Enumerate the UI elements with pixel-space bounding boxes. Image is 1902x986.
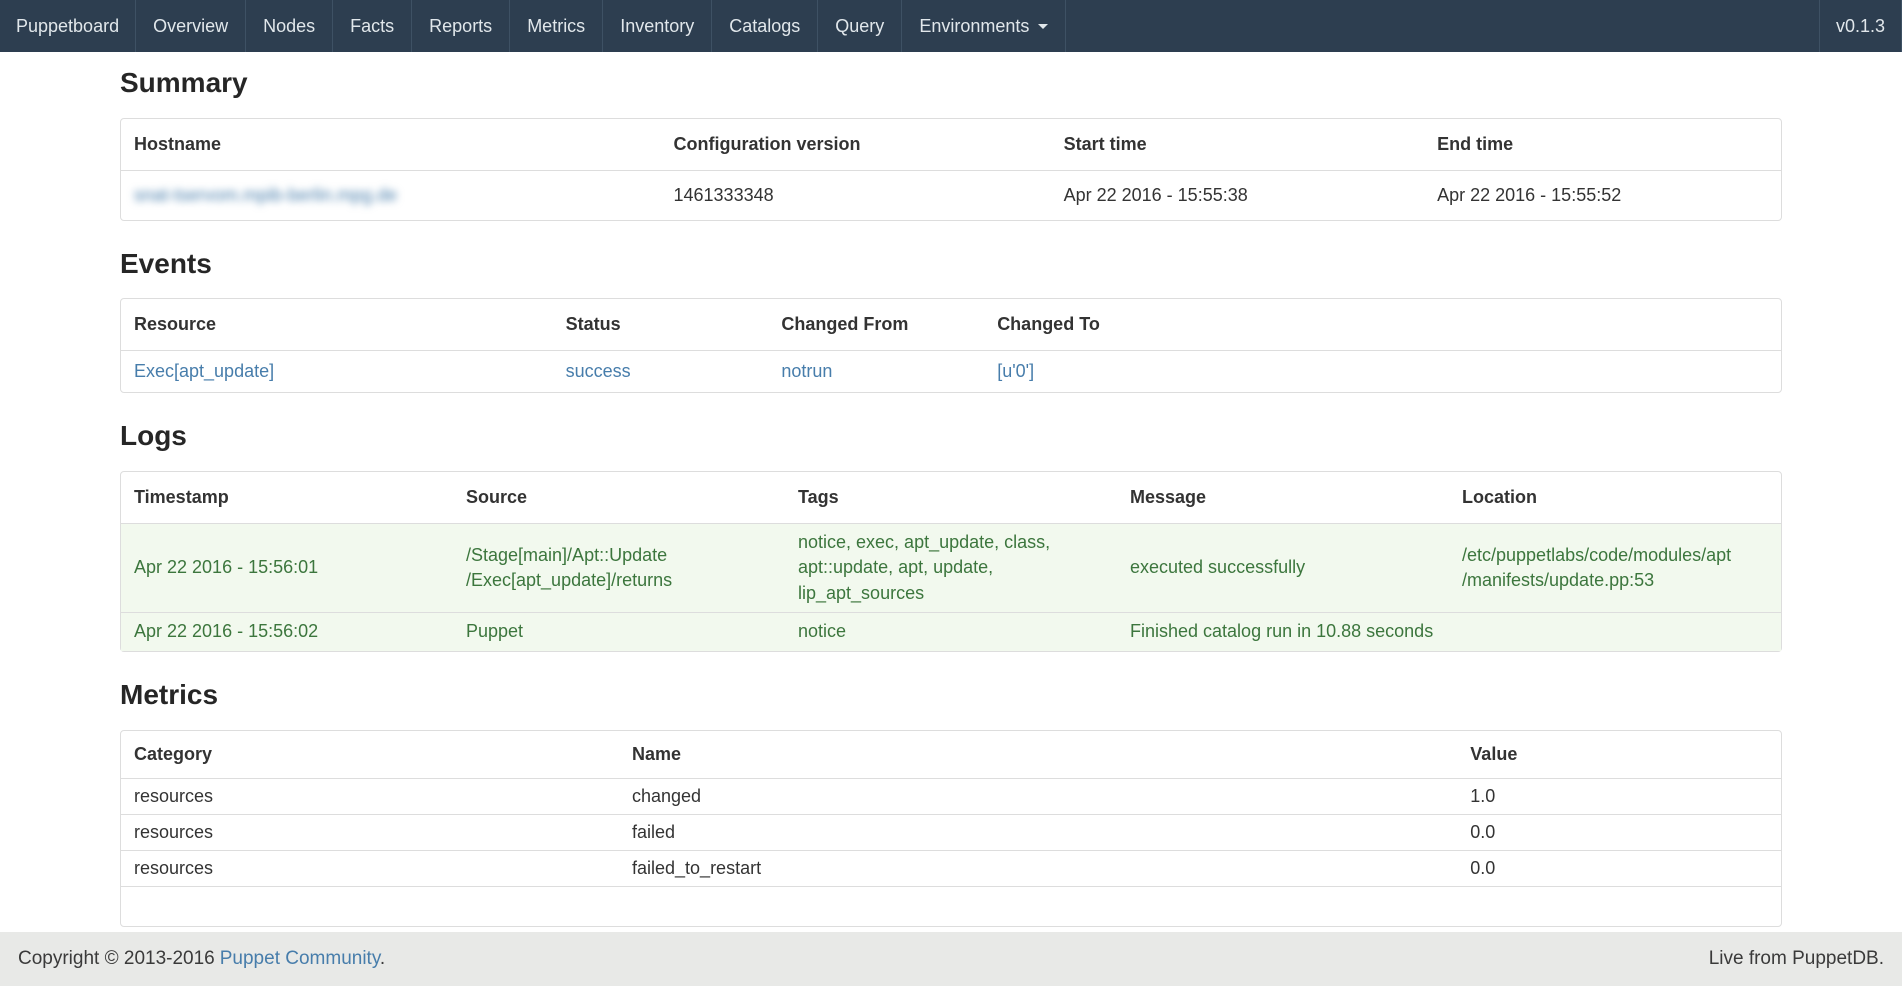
column-header-resource: Resource xyxy=(121,299,553,351)
metric-value-cell: 0.0 xyxy=(1457,850,1781,886)
metrics-header-row: Category Name Value xyxy=(121,731,1781,779)
column-header-hostname: Hostname xyxy=(121,119,661,171)
summary-header-row: Hostname Configuration version Start tim… xyxy=(121,119,1781,171)
column-header-timestamp: Timestamp xyxy=(121,472,453,524)
section-title-metrics: Metrics xyxy=(120,678,1782,712)
nav-item-facts[interactable]: Facts xyxy=(333,0,412,52)
puppet-community-link[interactable]: Puppet Community xyxy=(220,948,380,969)
summary-row: snat-tservom.mpib-berlin.mpg.de 14613333… xyxy=(121,170,1781,220)
nav-item-metrics[interactable]: Metrics xyxy=(510,0,603,52)
column-header-location: Location xyxy=(1449,472,1781,524)
logs-header-row: Timestamp Source Tags Message Location xyxy=(121,472,1781,524)
changed-to-cell: [u'0'] xyxy=(984,351,1781,393)
column-header-message: Message xyxy=(1117,472,1449,524)
navbar: Puppetboard Overview Nodes Facts Reports… xyxy=(0,0,1902,52)
footer: Copyright © 2013-2016Puppet Community. L… xyxy=(0,932,1902,986)
metric-row: resources failed 0.0 xyxy=(121,814,1781,850)
logs-table: Timestamp Source Tags Message Location A… xyxy=(121,472,1781,651)
column-header-name: Name xyxy=(619,731,1457,779)
changed-from-cell: notrun xyxy=(768,351,984,393)
log-message-cell: executed successfully xyxy=(1117,523,1449,613)
navbar-spacer xyxy=(1066,0,1819,52)
hostname-cell: snat-tservom.mpib-berlin.mpg.de xyxy=(121,170,661,220)
copyright-text: Copyright © 2013-2016Puppet Community. xyxy=(18,948,385,970)
nav-item-nodes[interactable]: Nodes xyxy=(246,0,333,52)
nav-brand-puppetboard[interactable]: Puppetboard xyxy=(0,0,136,52)
copyright-suffix: . xyxy=(380,948,385,969)
end-time-cell: Apr 22 2016 - 15:55:52 xyxy=(1424,170,1781,220)
log-timestamp-cell: Apr 22 2016 - 15:56:01 xyxy=(121,523,453,613)
column-header-source: Source xyxy=(453,472,785,524)
events-table-panel: Resource Status Changed From Changed To … xyxy=(120,298,1782,393)
hostname-link[interactable]: snat-tservom.mpib-berlin.mpg.de xyxy=(134,185,397,205)
resource-cell: Exec[apt_update] xyxy=(121,351,553,393)
copyright-prefix: Copyright © 2013-2016 xyxy=(18,948,215,969)
status-cell: success xyxy=(553,351,769,393)
log-source-cell: Puppet xyxy=(453,613,785,651)
log-location-cell xyxy=(1449,613,1781,651)
environments-label: Environments xyxy=(919,16,1029,37)
metrics-table-panel: Category Name Value resources changed 1.… xyxy=(120,730,1782,928)
metrics-table: Category Name Value resources changed 1.… xyxy=(121,731,1781,927)
metric-row: resources changed 1.0 xyxy=(121,778,1781,814)
nav-item-inventory[interactable]: Inventory xyxy=(603,0,712,52)
metric-name-cell: failed xyxy=(619,814,1457,850)
log-row: Apr 22 2016 - 15:56:01 ​/Stage[main]​/Ap… xyxy=(121,523,1781,613)
nav-item-reports[interactable]: Reports xyxy=(412,0,510,52)
column-header-changed-to: Changed To xyxy=(984,299,1781,351)
log-tags-cell: notice xyxy=(785,613,1117,651)
summary-table: Hostname Configuration version Start tim… xyxy=(121,119,1781,220)
metric-category-cell: resources xyxy=(121,850,619,886)
log-tags-cell: notice, exec, apt_update, class, apt::up… xyxy=(785,523,1117,613)
log-row: Apr 22 2016 - 15:56:02 Puppet notice Fin… xyxy=(121,613,1781,651)
section-title-summary: Summary xyxy=(120,66,1782,100)
nav-item-overview[interactable]: Overview xyxy=(136,0,246,52)
metric-value-cell: 0.0 xyxy=(1457,814,1781,850)
main-content: Summary Hostname Configuration version S… xyxy=(120,66,1782,927)
column-header-config-version: Configuration version xyxy=(661,119,1051,171)
column-header-changed-from: Changed From xyxy=(768,299,984,351)
nav-item-environments-dropdown[interactable]: Environments xyxy=(902,0,1066,52)
nav-item-query[interactable]: Query xyxy=(818,0,902,52)
column-header-start-time: Start time xyxy=(1051,119,1425,171)
changed-to-link[interactable]: [u'0'] xyxy=(997,361,1034,381)
metric-value-cell: 1.0 xyxy=(1457,778,1781,814)
resource-link[interactable]: Exec[apt_update] xyxy=(134,361,274,381)
nav-item-catalogs[interactable]: Catalogs xyxy=(712,0,818,52)
start-time-cell: Apr 22 2016 - 15:55:38 xyxy=(1051,170,1425,220)
column-header-end-time: End time xyxy=(1424,119,1781,171)
live-from-puppetdb-text: Live from PuppetDB. xyxy=(1709,948,1884,970)
section-title-logs: Logs xyxy=(120,419,1782,453)
column-header-value: Value xyxy=(1457,731,1781,779)
log-timestamp-cell: Apr 22 2016 - 15:56:02 xyxy=(121,613,453,651)
summary-table-panel: Hostname Configuration version Start tim… xyxy=(120,118,1782,221)
log-location-cell: ​/etc​/puppetlabs​/code​/modules​/apt​/m… xyxy=(1449,523,1781,613)
events-header-row: Resource Status Changed From Changed To xyxy=(121,299,1781,351)
changed-from-link[interactable]: notrun xyxy=(781,361,832,381)
version-label: v0.1.3 xyxy=(1819,0,1902,52)
column-header-tags: Tags xyxy=(785,472,1117,524)
column-header-status: Status xyxy=(553,299,769,351)
metric-name-cell: failed_to_restart xyxy=(619,850,1457,886)
logs-table-panel: Timestamp Source Tags Message Location A… xyxy=(120,471,1782,652)
log-source-cell: ​/Stage[main]​/Apt::Update​/Exec[apt_upd… xyxy=(453,523,785,613)
caret-down-icon xyxy=(1038,24,1048,29)
metric-category-cell: resources xyxy=(121,778,619,814)
metric-row: resources failed_to_restart 0.0 xyxy=(121,850,1781,886)
config-version-cell: 1461333348 xyxy=(661,170,1051,220)
metric-row-partial xyxy=(121,886,1781,926)
status-link[interactable]: success xyxy=(566,361,631,381)
log-message-cell: Finished catalog run in 10.88 seconds xyxy=(1117,613,1449,651)
metric-name-cell: changed xyxy=(619,778,1457,814)
metric-category-cell: resources xyxy=(121,814,619,850)
event-row: Exec[apt_update] success notrun [u'0'] xyxy=(121,351,1781,393)
events-table: Resource Status Changed From Changed To … xyxy=(121,299,1781,392)
section-title-events: Events xyxy=(120,247,1782,281)
column-header-category: Category xyxy=(121,731,619,779)
